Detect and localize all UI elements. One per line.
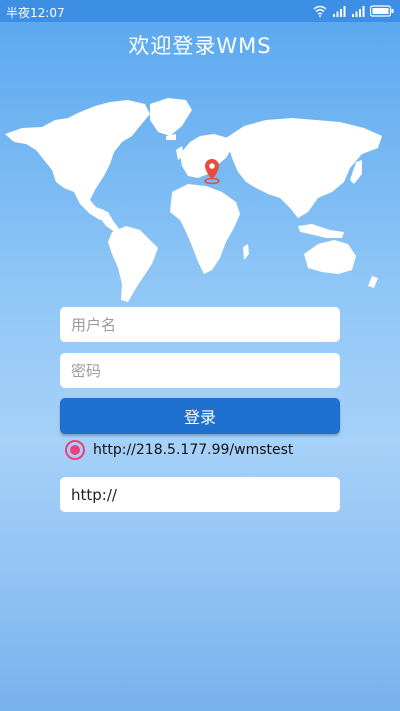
central-america	[96, 208, 120, 233]
server-option[interactable]: http://218.5.177.99/wmstest	[65, 438, 293, 462]
server-option-label: http://218.5.177.99/wmstest	[93, 442, 294, 458]
australia	[304, 240, 356, 274]
location-pin-icon[interactable]	[204, 159, 220, 185]
greenland	[150, 98, 192, 136]
server-radio[interactable]	[65, 440, 85, 460]
server-url-input[interactable]	[60, 477, 340, 512]
status-bar: 半夜12:07	[0, 0, 400, 22]
indonesia	[298, 224, 344, 238]
radio-selected-dot	[70, 445, 80, 455]
password-input[interactable]	[60, 353, 340, 388]
signal-icon	[352, 6, 365, 17]
app-title: 欢迎登录WMS	[128, 34, 272, 58]
africa	[170, 184, 240, 274]
battery-icon	[370, 5, 394, 17]
login-button[interactable]: 登录	[60, 398, 340, 434]
new-zealand	[368, 276, 378, 288]
status-time: 半夜12:07	[6, 6, 65, 20]
world-map	[5, 98, 382, 302]
madagascar	[243, 244, 249, 260]
europe	[180, 134, 232, 178]
south-america	[108, 226, 158, 302]
status-icons	[313, 3, 394, 19]
north-america	[5, 100, 150, 220]
continents	[5, 98, 382, 302]
wifi-icon	[313, 5, 327, 17]
username-input[interactable]	[60, 307, 340, 342]
signal-icon	[333, 6, 346, 17]
